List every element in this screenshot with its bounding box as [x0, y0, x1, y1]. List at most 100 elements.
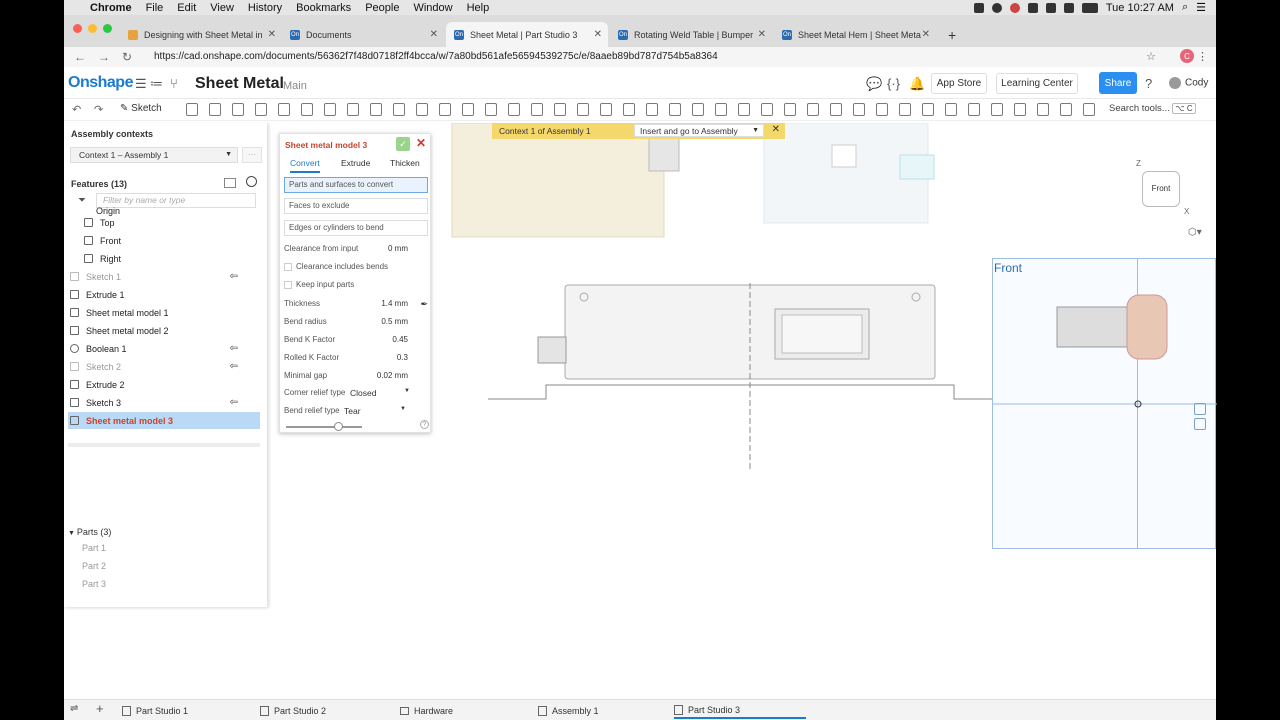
toolbar-feature-icon[interactable] — [876, 103, 888, 116]
camera-icon[interactable] — [973, 2, 984, 13]
toolbar-feature-icon[interactable] — [738, 103, 750, 116]
hamburger-menu-icon[interactable]: ☰ — [135, 76, 147, 92]
toolbar-feature-icon[interactable] — [623, 103, 635, 116]
variables-icon[interactable]: {·} — [887, 76, 900, 91]
accept-check-button[interactable]: ✓ — [396, 137, 410, 151]
flip-thickness-icon[interactable]: ✒ — [420, 299, 428, 310]
toolbar-feature-icon[interactable] — [554, 103, 566, 116]
view-cube[interactable]: Z Front X ⬡▾ — [1136, 159, 1216, 249]
tree-item-sheet-metal-2[interactable]: Sheet metal model 2 — [68, 322, 260, 339]
tree-item-sheet-metal-3[interactable]: Sheet metal model 3 — [68, 412, 260, 429]
toolbar-feature-icon[interactable] — [784, 103, 796, 116]
tree-divider[interactable] — [68, 443, 260, 447]
part-item-3[interactable]: Part 3 — [82, 579, 106, 589]
bend-relief-row[interactable]: Bend relief type Tear ▼ — [284, 406, 428, 420]
notification-center-icon[interactable]: ☰ — [1196, 1, 1206, 14]
tree-item-extrude-1[interactable]: Extrude 1 — [68, 286, 260, 303]
menu-window[interactable]: Window — [413, 2, 452, 14]
close-tab-icon[interactable]: ✕ — [430, 29, 438, 40]
insert-go-assembly-button[interactable]: Insert and go to Assembly ▼ — [634, 124, 764, 137]
wifi-icon[interactable] — [1045, 2, 1056, 13]
forward-icon[interactable]: → — [98, 50, 110, 64]
tree-item-front[interactable]: Front — [68, 232, 260, 249]
tree-item-extrude-2[interactable]: Extrude 2 — [68, 376, 260, 393]
close-tab-icon[interactable]: ✕ — [758, 29, 766, 40]
comments-icon[interactable]: 💬 — [866, 76, 882, 92]
parts-to-convert-field[interactable]: Parts and surfaces to convert — [284, 177, 428, 193]
toolbar-feature-icon[interactable] — [1060, 103, 1072, 116]
toolbar-feature-icon[interactable] — [393, 103, 405, 116]
rolled-k-row[interactable]: Rolled K Factor 0.3 — [284, 353, 428, 367]
undo-icon[interactable]: ↶ — [72, 103, 81, 116]
tree-item-right[interactable]: Right — [68, 250, 260, 267]
clearance-bends-checkbox[interactable]: Clearance includes bends — [284, 262, 428, 276]
close-tab-icon[interactable]: ✕ — [594, 29, 602, 40]
toolbar-feature-icon[interactable] — [922, 103, 934, 116]
toolbar-feature-icon[interactable] — [899, 103, 911, 116]
chrome-menu-icon[interactable]: ⋮ — [1197, 50, 1208, 63]
corner-relief-row[interactable]: Corner relief type Closed ▼ — [284, 388, 428, 402]
bend-relief-select[interactable]: Tear ▼ — [344, 406, 406, 416]
clearance-row[interactable]: Clearance from input 0 mm — [284, 244, 428, 258]
part-item-2[interactable]: Part 2 — [82, 561, 106, 571]
toolbar-feature-icon[interactable] — [1014, 103, 1026, 116]
menu-file[interactable]: File — [146, 2, 164, 14]
bend-k-row[interactable]: Bend K Factor 0.45 — [284, 335, 428, 349]
toolbar-feature-icon[interactable] — [646, 103, 658, 116]
toolbar-feature-icon[interactable] — [669, 103, 681, 116]
toolbar-feature-icon[interactable] — [531, 103, 543, 116]
part-item-1[interactable]: Part 1 — [82, 543, 106, 553]
checkbox[interactable] — [284, 262, 292, 271]
tab-part-studio-2[interactable]: Part Studio 2 — [260, 703, 388, 719]
toolbar-feature-icon[interactable] — [301, 103, 313, 116]
app-store-button[interactable]: App Store — [931, 73, 987, 94]
tree-item-top[interactable]: Top — [68, 214, 260, 231]
toolbar-feature-icon[interactable] — [485, 103, 497, 116]
tab-part-studio-1[interactable]: Part Studio 1 — [122, 703, 250, 719]
edges-to-bend-field[interactable]: Edges or cylinders to bend — [284, 220, 428, 236]
close-tab-icon[interactable]: ✕ — [268, 29, 276, 40]
toolbar-feature-icon[interactable] — [853, 103, 865, 116]
slider-thumb[interactable] — [334, 422, 343, 431]
document-title[interactable]: Sheet Metal — [195, 75, 284, 93]
view-cube-front-face[interactable]: Front — [1142, 171, 1180, 207]
reload-icon[interactable]: ↻ — [122, 50, 132, 64]
menu-people[interactable]: People — [365, 2, 399, 14]
learning-center-button[interactable]: Learning Center — [996, 73, 1078, 94]
bend-k-value[interactable]: 0.45 — [392, 335, 408, 344]
help-icon[interactable]: ? — [420, 420, 429, 429]
toolbar-feature-icon[interactable] — [462, 103, 474, 116]
tree-item-sketch-3[interactable]: Sketch 3 ⇦ — [68, 394, 260, 411]
branch-name[interactable]: Main — [283, 80, 307, 92]
toolbar-feature-icon[interactable] — [1083, 103, 1095, 116]
share-button[interactable]: Share — [1099, 72, 1137, 94]
thickness-value[interactable]: 1.4 mm — [381, 299, 408, 308]
tab-bar-menu-icon[interactable]: ⇌ — [70, 703, 78, 714]
close-tab-icon[interactable]: ✕ — [922, 29, 930, 40]
relief-slider[interactable] — [286, 426, 362, 428]
tree-item-boolean-1[interactable]: Boolean 1 ⇦ — [68, 340, 260, 357]
browser-tab-designing[interactable]: Designing with Sheet Metal in ✕ — [120, 22, 282, 47]
menu-app-name[interactable]: Chrome — [90, 2, 132, 14]
creative-cloud-icon[interactable] — [991, 2, 1002, 13]
url-field[interactable]: https://cad.onshape.com/documents/56362f… — [148, 48, 1148, 65]
checkbox[interactable] — [284, 280, 292, 289]
tab-part-studio-3[interactable]: Part Studio 3 — [674, 703, 806, 719]
back-icon[interactable]: ← — [74, 50, 86, 64]
corner-relief-select[interactable]: Closed ▼ — [350, 388, 410, 398]
tree-item-sketch-1[interactable]: Sketch 1 ⇦ — [68, 268, 260, 285]
close-banner-icon[interactable]: ✕ — [772, 124, 780, 135]
toolbar-feature-icon[interactable] — [370, 103, 382, 116]
toolbar-feature-icon[interactable] — [715, 103, 727, 116]
cancel-x-button[interactable]: ✕ — [416, 136, 426, 150]
new-tab-button[interactable]: + — [940, 22, 960, 47]
document-list-icon[interactable]: ≔ — [150, 76, 163, 92]
menu-history[interactable]: History — [248, 2, 282, 14]
tab-thicken[interactable]: Thicken — [390, 158, 420, 168]
bend-radius-row[interactable]: Bend radius 0.5 mm — [284, 317, 428, 331]
bend-radius-value[interactable]: 0.5 mm — [381, 317, 408, 326]
redo-icon[interactable]: ↷ — [94, 103, 103, 116]
view-grid-icon[interactable] — [1194, 418, 1206, 430]
menu-view[interactable]: View — [210, 2, 234, 14]
clearance-value[interactable]: 0 mm — [388, 244, 408, 253]
